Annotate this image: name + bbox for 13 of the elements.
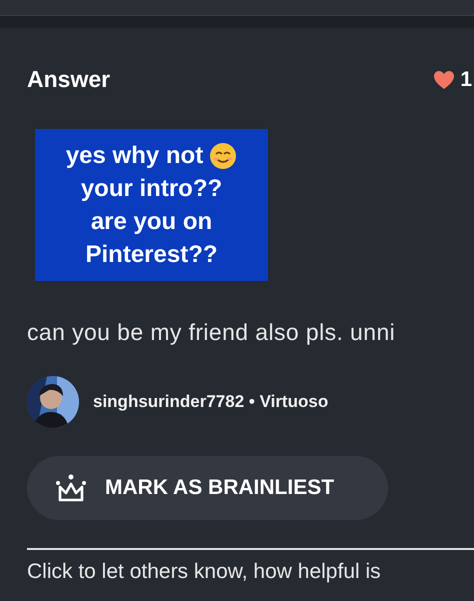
smiling-face-icon [209,142,238,170]
like-count: 1 [460,68,472,92]
answer-text: can you be my friend also pls. unni [27,319,396,346]
heart-icon[interactable] [433,70,456,90]
crown-icon [55,474,87,502]
section-title: Answer [27,66,110,93]
sticker-text: are you on [90,207,212,237]
author-name[interactable]: singhsurinder7782 • Virtuoso [93,392,328,412]
mark-brainliest-button[interactable]: MARK AS BRAINLIEST [27,456,388,520]
sticker-text: Pinterest?? [85,240,218,270]
sticker-text: your intro?? [80,174,222,204]
sticker-text: yes why not [66,141,204,171]
helpful-prompt: Click to let others know, how helpful is [27,560,382,584]
